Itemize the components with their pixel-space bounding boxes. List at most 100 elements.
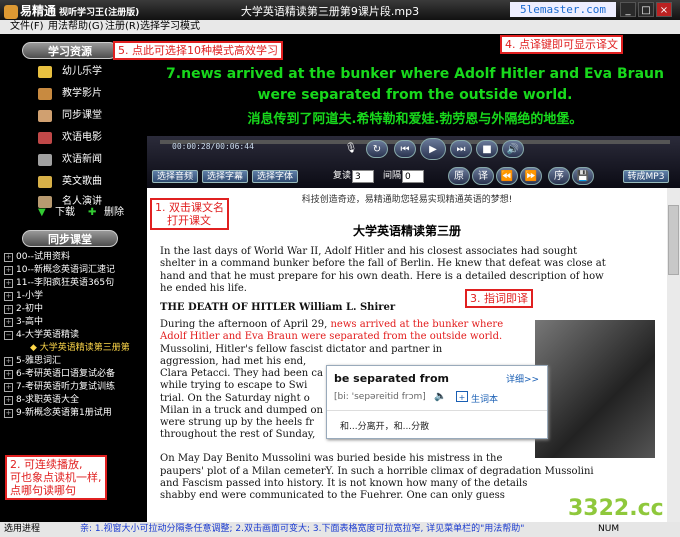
dict-divider — [327, 410, 547, 411]
expand-icon[interactable]: + — [4, 370, 13, 379]
prev-icon[interactable]: ⏮ — [394, 140, 416, 158]
app-name: 易精通 — [20, 4, 57, 18]
tree-item[interactable]: +10--新概念英语词汇速记 — [4, 264, 115, 277]
paragraph-line[interactable]: hand and that he must prepare for his ow… — [160, 271, 660, 283]
tree-item[interactable]: +3-高中 — [4, 316, 43, 329]
lesson-icon: ◆ — [30, 343, 40, 353]
translate-button[interactable]: 译 — [472, 167, 494, 185]
menu-mode[interactable]: 选择学习模式 — [140, 20, 200, 34]
callout-translate-key: 4. 点译键即可显示译文 — [500, 35, 623, 54]
add-vocab-icon[interactable]: + — [456, 391, 468, 402]
dict-meaning: 和...分离开，和...分散 — [340, 422, 430, 432]
sync-class-header[interactable]: 同步课堂 — [22, 230, 118, 247]
paragraph-line[interactable]: paupers' plot of a Milan cemeterY. In su… — [160, 466, 660, 478]
paragraph-line[interactable]: shelter in a command bunker before the f… — [160, 258, 660, 270]
stop-icon[interactable]: ■ — [476, 140, 498, 158]
repeat-count-select[interactable]: 3 — [352, 170, 374, 183]
window-title: 大学英语精读第三册第9课片段.mp3 — [240, 5, 420, 18]
paragraph-line[interactable]: and Fascism passed into history. It is n… — [160, 478, 660, 490]
sequence-button[interactable]: 序 — [548, 167, 570, 185]
select-subtitle-button[interactable]: 选择字幕 — [202, 170, 248, 183]
callout-mode-select: 5. 点此可选择10种模式高效学习 — [113, 41, 283, 60]
nav-item-teaching-film[interactable]: 教学影片 — [62, 85, 102, 103]
menu-help[interactable]: 用法帮助(G) — [48, 20, 104, 34]
expand-icon[interactable]: + — [4, 396, 13, 405]
lesson-photo — [535, 320, 655, 458]
download-button[interactable]: 下载 — [55, 204, 75, 222]
time-display: 00:00:28/00:06:44 — [172, 142, 254, 151]
maximize-button[interactable]: □ — [638, 2, 654, 17]
vocab-book-link[interactable]: 生词本 — [471, 392, 498, 405]
expand-icon[interactable]: + — [4, 253, 13, 262]
nav-item-news[interactable]: 欢语新闻 — [62, 151, 102, 169]
highlighted-sentence[interactable]: news arrived at the bunker where — [330, 319, 503, 330]
next-sentence-icon[interactable]: ⏩ — [520, 167, 542, 185]
nav-item-sync-class[interactable]: 同步课堂 — [62, 107, 102, 125]
scrollbar-thumb[interactable] — [668, 205, 679, 275]
app-logo: 易精通 视听学习王(注册版) — [4, 2, 139, 19]
learning-resources-header[interactable]: 学习资源 — [22, 42, 118, 59]
play-icon[interactable]: ▶ — [420, 138, 446, 160]
subtitle-chinese[interactable]: 消息传到了阿道夫.希特勒和爱娃.勃劳恩与外隔绝的地堡。 — [150, 108, 680, 127]
subtitle-english-line1[interactable]: 7.news arrived at the bunker where Adolf… — [150, 66, 680, 82]
section-title[interactable]: THE DEATH OF HITLER William L. Shirer — [160, 302, 660, 314]
collapse-icon[interactable]: − — [4, 331, 13, 340]
expand-icon[interactable]: + — [4, 409, 13, 418]
speaker-icon[interactable]: 🔈 — [434, 391, 446, 402]
tree-item[interactable]: +9-新概念英语第1册试用 — [4, 407, 112, 420]
tree-item-current-lesson[interactable]: ◆ 大学英语精读第三册第 — [30, 342, 130, 355]
expand-icon[interactable]: + — [4, 292, 13, 301]
book-icon — [38, 110, 52, 122]
status-tip: 亲: 1.视窗大小可拉动分隔条任意调整; 2.双击画面可变大; 3.下面表格宽度… — [80, 524, 525, 534]
expand-icon[interactable]: + — [4, 318, 13, 327]
original-button[interactable]: 原 — [448, 167, 470, 185]
tree-item[interactable]: +5-雅思词汇 — [4, 355, 61, 368]
expand-icon[interactable]: + — [4, 383, 13, 392]
dict-phonetic: [bi: 'sepəreitid frɔm] — [334, 392, 426, 402]
tree-item[interactable]: +6-考研英语口语复试必备 — [4, 368, 115, 381]
expand-icon[interactable]: + — [4, 279, 13, 288]
mic-icon[interactable]: 🎙 — [340, 140, 362, 158]
menu-file[interactable]: 文件(F) — [10, 20, 44, 34]
tree-item[interactable]: +1-小学 — [4, 290, 43, 303]
tree-item[interactable]: −4-大学英语精读 — [4, 329, 79, 342]
nav-item-songs[interactable]: 英文歌曲 — [62, 173, 102, 191]
subtitle-english-line2[interactable]: were separated from the outside world. — [150, 87, 680, 103]
tree-item[interactable]: +8-求职英语大全 — [4, 394, 79, 407]
delete-button[interactable]: 删除 — [104, 204, 124, 222]
minimize-button[interactable]: _ — [620, 2, 636, 17]
callout-continuous-play: 2. 可连续播放, 可也象点读机一样, 点哪句读哪句 — [5, 455, 107, 500]
news-icon — [38, 154, 52, 166]
select-audio-button[interactable]: 选择音频 — [152, 170, 198, 183]
tree-item[interactable]: +00--试用资料 — [4, 251, 70, 264]
expand-icon[interactable]: + — [4, 266, 13, 275]
app-subtitle: 视听学习王(注册版) — [59, 8, 140, 18]
dict-word: be separated from — [334, 372, 449, 385]
site-badge[interactable]: 5lemaster.com — [510, 2, 616, 17]
status-left: 选用进程 — [4, 524, 41, 534]
callout-point-translate: 3. 指词即译 — [465, 289, 533, 308]
volume-icon[interactable]: 🔊 — [502, 140, 524, 158]
download-icon: ▼ — [38, 207, 46, 218]
convert-mp3-button[interactable]: 转成MP3 — [623, 170, 669, 183]
dict-detail-link[interactable]: 详细>> — [506, 372, 539, 385]
repeat-icon[interactable]: ↻ — [366, 140, 388, 158]
interval-select[interactable]: 0 — [402, 170, 424, 183]
paragraph-line[interactable]: he ended his life. — [160, 283, 660, 295]
save-icon[interactable]: 💾 — [572, 167, 594, 185]
nav-item-movie[interactable]: 欢语电影 — [62, 129, 102, 147]
tree-item[interactable]: +11--李阳疯狂英语365句 — [4, 277, 114, 290]
select-font-button[interactable]: 选择字体 — [252, 170, 298, 183]
expand-icon[interactable]: + — [4, 357, 13, 366]
close-button[interactable]: × — [656, 2, 672, 17]
tree-item[interactable]: +2-初中 — [4, 303, 43, 316]
paragraph-line[interactable]: In the last days of World War II, Adolf … — [160, 246, 660, 258]
nav-item-kids[interactable]: 幼儿乐学 — [62, 63, 102, 81]
film-icon — [38, 88, 52, 100]
menu-register[interactable]: 注册(R) — [105, 20, 140, 34]
expand-icon[interactable]: + — [4, 305, 13, 314]
prev-sentence-icon[interactable]: ⏪ — [496, 167, 518, 185]
movie-icon — [38, 132, 52, 144]
next-icon[interactable]: ⏭ — [450, 140, 472, 158]
tree-item[interactable]: +7-考研英语听力复试训练 — [4, 381, 115, 394]
